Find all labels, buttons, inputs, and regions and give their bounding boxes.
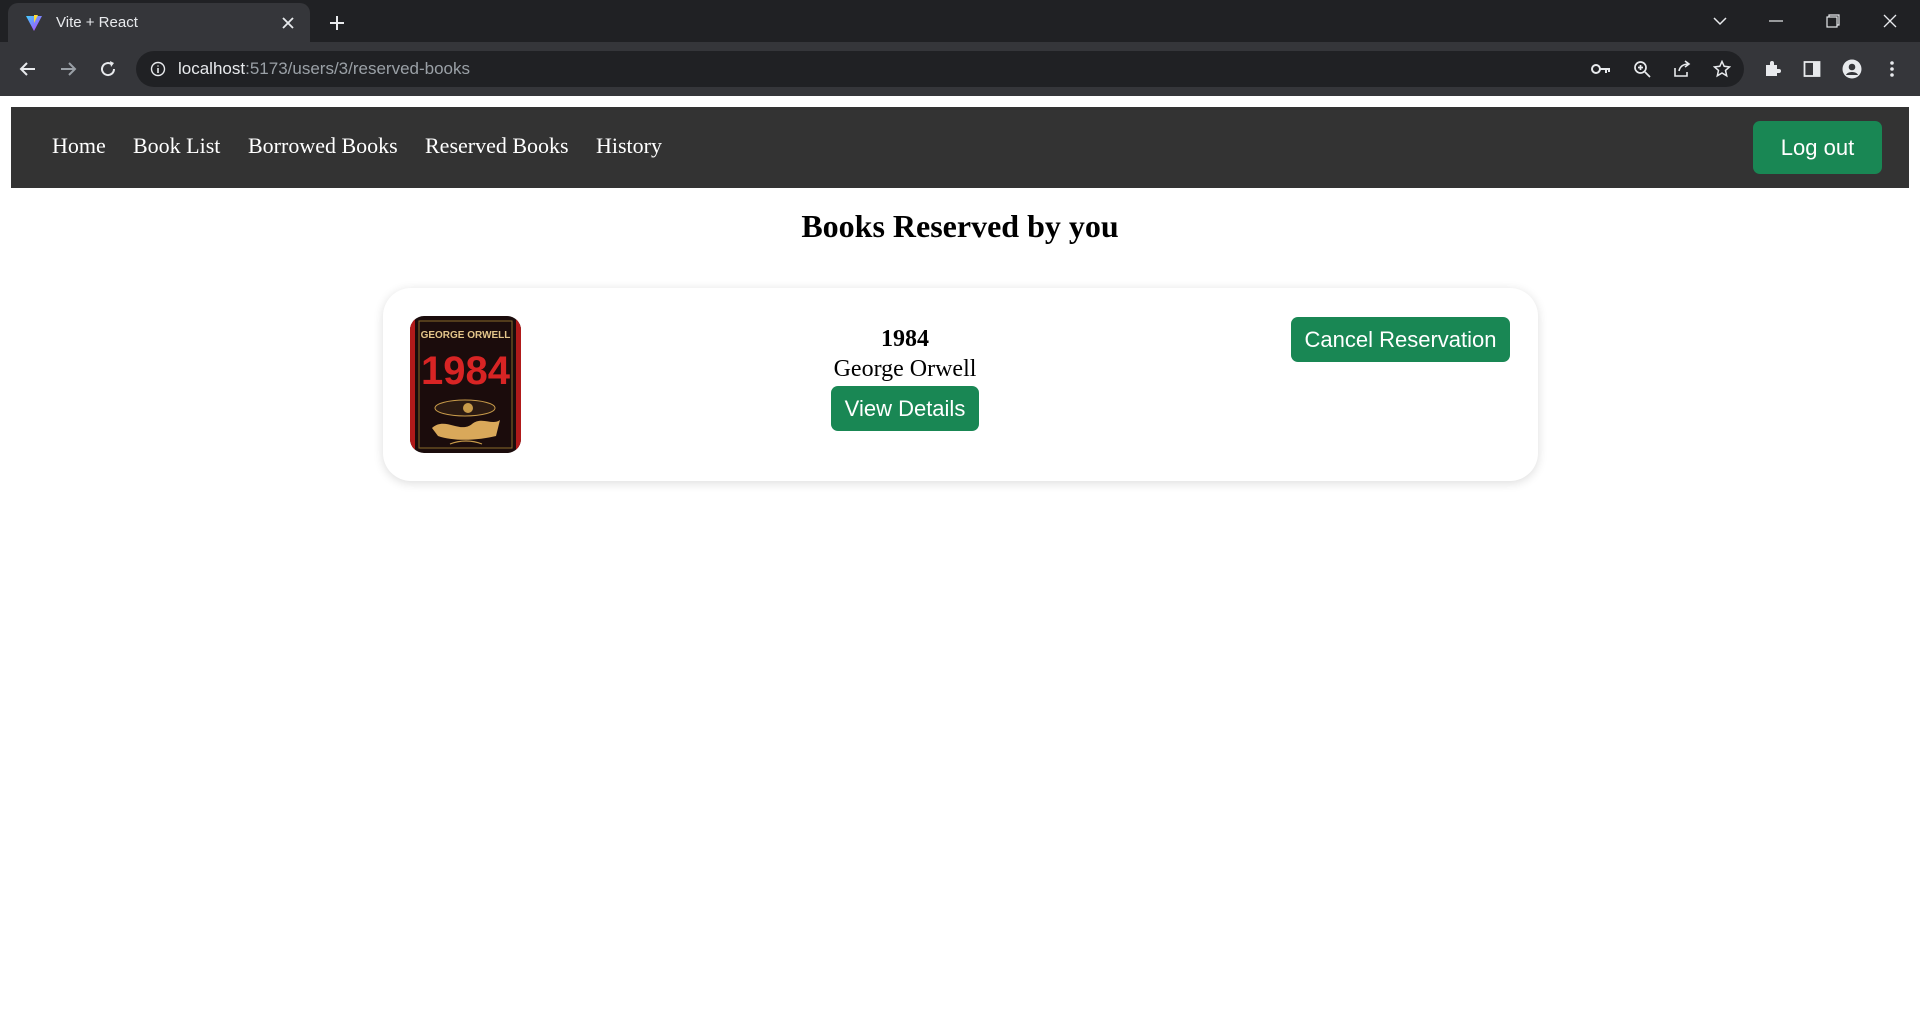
browser-tab-strip: Vite + React <box>0 0 1920 42</box>
forward-icon[interactable] <box>53 54 83 84</box>
book-title: 1984 <box>881 326 929 352</box>
nav-home[interactable]: Home <box>52 133 106 159</box>
close-tab-icon[interactable] <box>276 11 300 35</box>
address-bar[interactable]: localhost:5173/users/3/reserved-books <box>136 51 1744 87</box>
side-panel-icon[interactable] <box>1797 54 1827 84</box>
book-author: George Orwell <box>833 356 977 382</box>
tab-search-chevron-icon[interactable] <box>1700 6 1740 36</box>
nav-book-list[interactable]: Book List <box>133 133 220 159</box>
profile-avatar-icon[interactable] <box>1837 54 1867 84</box>
url-path: :5173/users/3/reserved-books <box>245 59 471 78</box>
new-tab-icon[interactable] <box>322 8 352 38</box>
password-key-icon[interactable] <box>1586 54 1616 84</box>
view-details-button[interactable]: View Details <box>831 386 979 431</box>
vite-logo-icon <box>24 13 44 33</box>
nav-borrowed-books[interactable]: Borrowed Books <box>248 133 398 159</box>
page-title: Books Reserved by you <box>801 208 1119 244</box>
back-icon[interactable] <box>13 54 43 84</box>
reservation-card: GEORGE ORWELL 1984 1984 George Orwell Vi… <box>383 288 1538 481</box>
close-window-icon[interactable] <box>1870 6 1910 36</box>
url-host: localhost <box>178 59 246 78</box>
minimize-icon[interactable] <box>1756 6 1796 36</box>
navbar: Home Book List Borrowed Books Reserved B… <box>11 107 1909 188</box>
nav-history[interactable]: History <box>596 133 662 159</box>
bookmark-star-icon[interactable] <box>1707 54 1737 84</box>
restore-icon[interactable] <box>1813 6 1853 36</box>
page-content: Home Book List Borrowed Books Reserved B… <box>0 96 1920 1028</box>
cancel-reservation-button[interactable]: Cancel Reservation <box>1291 317 1510 362</box>
tab-title: Vite + React <box>56 14 138 31</box>
nav-reserved-books[interactable]: Reserved Books <box>425 133 569 159</box>
share-icon[interactable] <box>1667 54 1697 84</box>
site-info-icon[interactable] <box>150 61 166 77</box>
extensions-puzzle-icon[interactable] <box>1757 54 1787 84</box>
browser-tab[interactable]: Vite + React <box>8 3 310 42</box>
logout-button[interactable]: Log out <box>1753 121 1882 174</box>
more-menu-icon[interactable] <box>1877 54 1907 84</box>
browser-toolbar: localhost:5173/users/3/reserved-books <box>0 42 1920 96</box>
reload-icon[interactable] <box>93 54 123 84</box>
zoom-icon[interactable] <box>1627 54 1657 84</box>
